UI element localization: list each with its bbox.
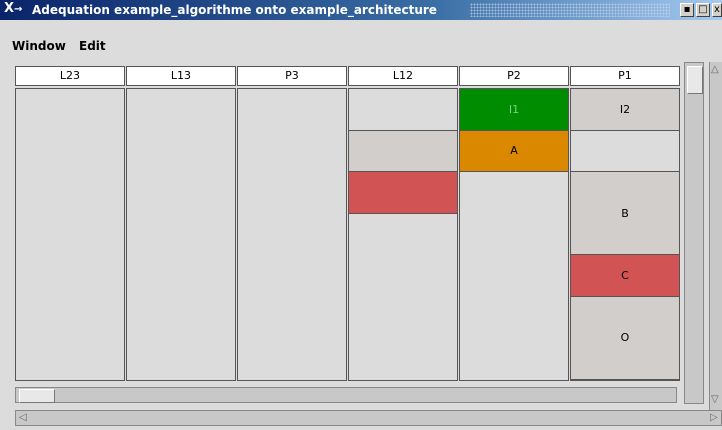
schedule-block[interactable] xyxy=(571,130,679,172)
column-header: L12 xyxy=(348,66,458,86)
window-title: Adequation example_algorithme onto examp… xyxy=(32,3,437,17)
column-timeline xyxy=(126,88,236,381)
title-bar[interactable]: X→ Adequation example_algorithme onto ex… xyxy=(0,0,722,20)
schedule-block[interactable]: O xyxy=(571,296,679,380)
scroll-right-icon[interactable]: ▷ xyxy=(710,412,718,424)
schedule-block[interactable] xyxy=(349,130,457,172)
schedule-chart: L23 L13 P3 L12 P2 I1 A P1 I2 B C O xyxy=(15,66,680,381)
menu-window[interactable]: Window xyxy=(12,39,66,53)
vertical-scrollbar[interactable] xyxy=(684,62,704,404)
inner-horizontal-scrollbar[interactable] xyxy=(15,387,677,403)
column-header: P2 xyxy=(459,66,569,86)
menu-bar: Window Edit xyxy=(0,20,722,56)
scroll-left-icon[interactable]: ◁ xyxy=(19,412,27,424)
schedule-block[interactable]: A xyxy=(460,130,568,172)
schedule-block[interactable] xyxy=(349,172,457,214)
column-timeline: I1 A xyxy=(459,88,569,381)
column-header: P1 xyxy=(570,66,680,86)
menu-edit[interactable]: Edit xyxy=(79,39,106,53)
maximize-icon[interactable]: □ xyxy=(696,3,710,17)
column-header: P3 xyxy=(237,66,347,86)
scroll-up-icon[interactable]: △ xyxy=(711,64,719,76)
vertical-scroll-thumb[interactable] xyxy=(687,66,703,94)
x-logo-icon: X→ xyxy=(4,1,23,16)
right-scroll-strip[interactable]: △ ▽ xyxy=(709,62,722,410)
column-timeline xyxy=(237,88,347,381)
title-bar-texture xyxy=(470,3,670,17)
horizontal-scrollbar[interactable]: ◁ ▷ xyxy=(15,410,722,426)
column-timeline xyxy=(15,88,125,381)
schedule-block[interactable]: B xyxy=(571,172,679,255)
column-timeline: I2 B C O xyxy=(570,88,680,381)
column-timeline xyxy=(348,88,458,381)
schedule-block[interactable]: C xyxy=(571,255,679,297)
scroll-down-icon[interactable]: ▽ xyxy=(711,394,719,406)
column-header: L13 xyxy=(126,66,236,86)
schedule-block[interactable]: I2 xyxy=(571,89,679,131)
schedule-block[interactable]: I1 xyxy=(460,89,568,131)
minimize-icon[interactable]: ▪ xyxy=(680,3,694,17)
close-icon[interactable]: x xyxy=(712,3,722,17)
column-header: L23 xyxy=(15,66,125,86)
inner-horizontal-scroll-thumb[interactable] xyxy=(19,389,55,403)
schedule-block[interactable] xyxy=(349,89,457,131)
